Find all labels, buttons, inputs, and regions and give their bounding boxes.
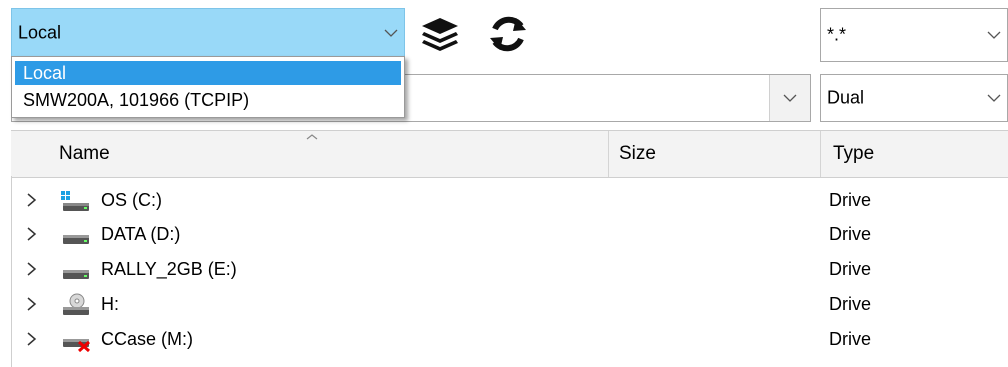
- drive-name: CCase (M:): [101, 329, 194, 349]
- table-row[interactable]: OS (C:) Drive: [11, 183, 1008, 218]
- windows-drive-icon: [61, 191, 89, 211]
- chevron-down-icon[interactable]: [981, 9, 1007, 61]
- source-select[interactable]: Local: [11, 8, 405, 58]
- view-mode-select[interactable]: Dual: [820, 74, 1008, 122]
- filter-select[interactable]: *.*: [820, 8, 1008, 62]
- disconnected-network-drive-icon: [63, 339, 91, 352]
- drive-type: Drive: [829, 190, 872, 210]
- table-row[interactable]: DATA (D:) Drive: [11, 217, 1008, 252]
- source-select-value: Local: [18, 22, 62, 43]
- column-size[interactable]: Size: [619, 131, 656, 177]
- drive-type: Drive: [829, 329, 872, 349]
- column-type[interactable]: Type: [833, 131, 874, 177]
- column-header: Name Size Type: [11, 130, 1008, 178]
- chevron-right-icon[interactable]: [25, 261, 39, 277]
- source-option-local[interactable]: Local: [15, 61, 401, 85]
- chevron-down-icon[interactable]: [378, 9, 404, 57]
- drive-name: DATA (D:): [101, 224, 181, 244]
- filter-value: *.*: [827, 24, 847, 45]
- hard-drive-icon: [63, 235, 89, 244]
- source-option-instrument[interactable]: SMW200A, 101966 (TCPIP): [15, 88, 401, 112]
- sort-indicator-icon: [306, 134, 318, 140]
- view-mode-value: Dual: [827, 87, 865, 108]
- table-row[interactable]: CCase (M:) Drive: [11, 322, 1008, 357]
- chevron-down-icon[interactable]: [769, 75, 810, 121]
- column-name[interactable]: Name: [59, 131, 110, 177]
- table-row[interactable]: H: Drive: [11, 287, 1008, 322]
- chevron-right-icon[interactable]: [25, 331, 39, 347]
- chevron-right-icon[interactable]: [25, 296, 39, 312]
- table-row[interactable]: RALLY_2GB (E:) Drive: [11, 252, 1008, 287]
- chevron-right-icon[interactable]: [25, 226, 39, 242]
- source-dropdown-list: Local SMW200A, 101966 (TCPIP): [11, 56, 405, 118]
- drive-name: OS (C:): [101, 190, 162, 210]
- chevron-right-icon[interactable]: [25, 192, 39, 208]
- drive-name: H:: [101, 294, 119, 314]
- drive-type: Drive: [829, 294, 872, 314]
- hard-drive-icon: [63, 270, 89, 279]
- drive-type: Drive: [829, 224, 872, 244]
- layers-icon[interactable]: [418, 12, 462, 56]
- chevron-down-icon[interactable]: [981, 75, 1007, 121]
- drive-name: RALLY_2GB (E:): [101, 259, 237, 279]
- cd-drive-icon: [63, 293, 89, 315]
- drive-type: Drive: [829, 259, 872, 279]
- refresh-icon[interactable]: [486, 12, 530, 56]
